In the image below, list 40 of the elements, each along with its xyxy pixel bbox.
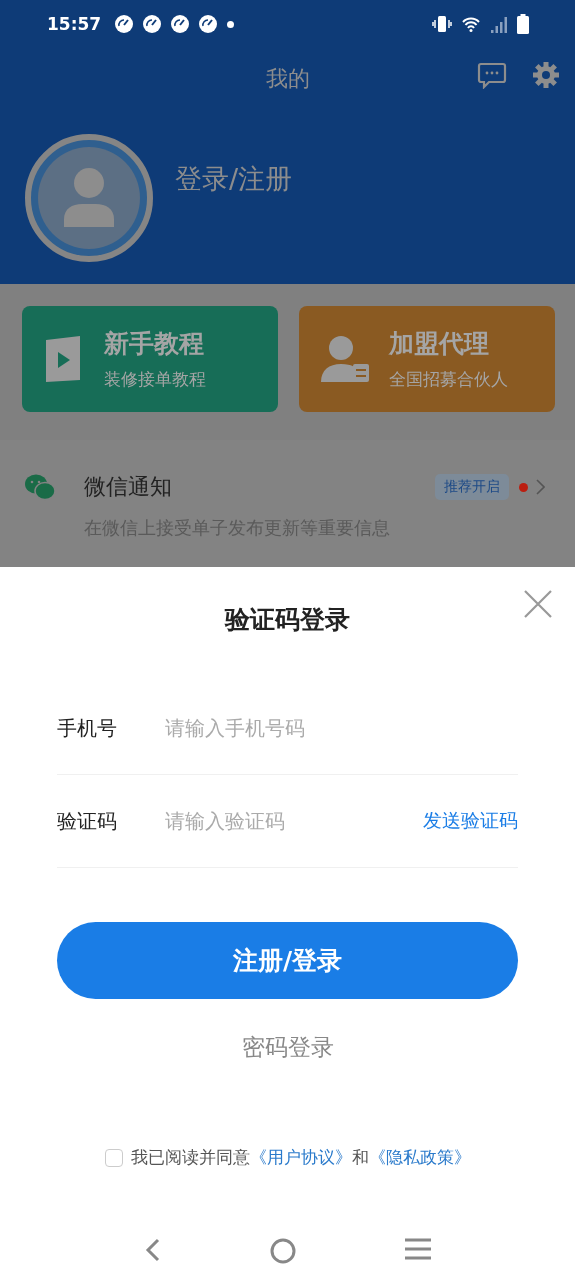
- vibrate-icon: [432, 15, 452, 33]
- feature-card[interactable]: 新手教程 装修接单教程: [22, 306, 278, 412]
- sheet-title: 验证码登录: [225, 604, 350, 636]
- policy-link[interactable]: 《用户协议》: [249, 1147, 352, 1167]
- policy-link[interactable]: 《隐私政策》: [368, 1147, 471, 1167]
- message-icon[interactable]: [477, 62, 507, 89]
- card-subtitle: 全国招募合伙人: [389, 368, 508, 391]
- gauge-icon: [199, 15, 218, 33]
- wechat-icon: [24, 473, 56, 501]
- gauge-icon: [115, 15, 134, 33]
- gauge-icon: [171, 15, 190, 33]
- person-icon: [62, 167, 116, 229]
- back-icon[interactable]: [144, 1238, 161, 1262]
- notice-title: 微信通知: [84, 473, 172, 501]
- gauge-icon: [143, 15, 162, 33]
- card-title: 加盟代理: [389, 328, 490, 360]
- login-link[interactable]: 登录/注册: [175, 161, 293, 197]
- status-time: 15:57: [47, 14, 102, 34]
- wifi-icon: [462, 16, 480, 32]
- agree-checkbox[interactable]: [104, 1148, 123, 1167]
- settings-icon[interactable]: [533, 62, 559, 88]
- signal-icon: [490, 15, 507, 33]
- password-login-link[interactable]: 密码登录: [235, 1031, 340, 1064]
- recommend-tag: 推荐开启: [435, 474, 509, 500]
- send-code-link[interactable]: 发送验证码: [423, 808, 518, 834]
- field-label: 手机号: [57, 714, 118, 742]
- home-icon[interactable]: [269, 1238, 296, 1264]
- card-title: 新手教程: [104, 328, 205, 360]
- agent-icon: [321, 334, 369, 384]
- menu-icon[interactable]: [404, 1238, 431, 1260]
- agreement-text: 我已阅读并同意《用户协议》和《隐私政策》: [130, 1146, 471, 1169]
- chevron-right-icon: [536, 479, 545, 495]
- card-subtitle: 装修接单教程: [104, 368, 206, 391]
- battery-icon: [517, 14, 529, 34]
- login-button[interactable]: 注册/登录: [57, 922, 518, 999]
- feature-card[interactable]: 加盟代理 全国招募合伙人: [299, 306, 555, 412]
- close-button[interactable]: [523, 589, 553, 619]
- page-title: 我的: [265, 65, 310, 93]
- field-label: 验证码: [57, 807, 118, 835]
- dot-icon: [227, 20, 235, 28]
